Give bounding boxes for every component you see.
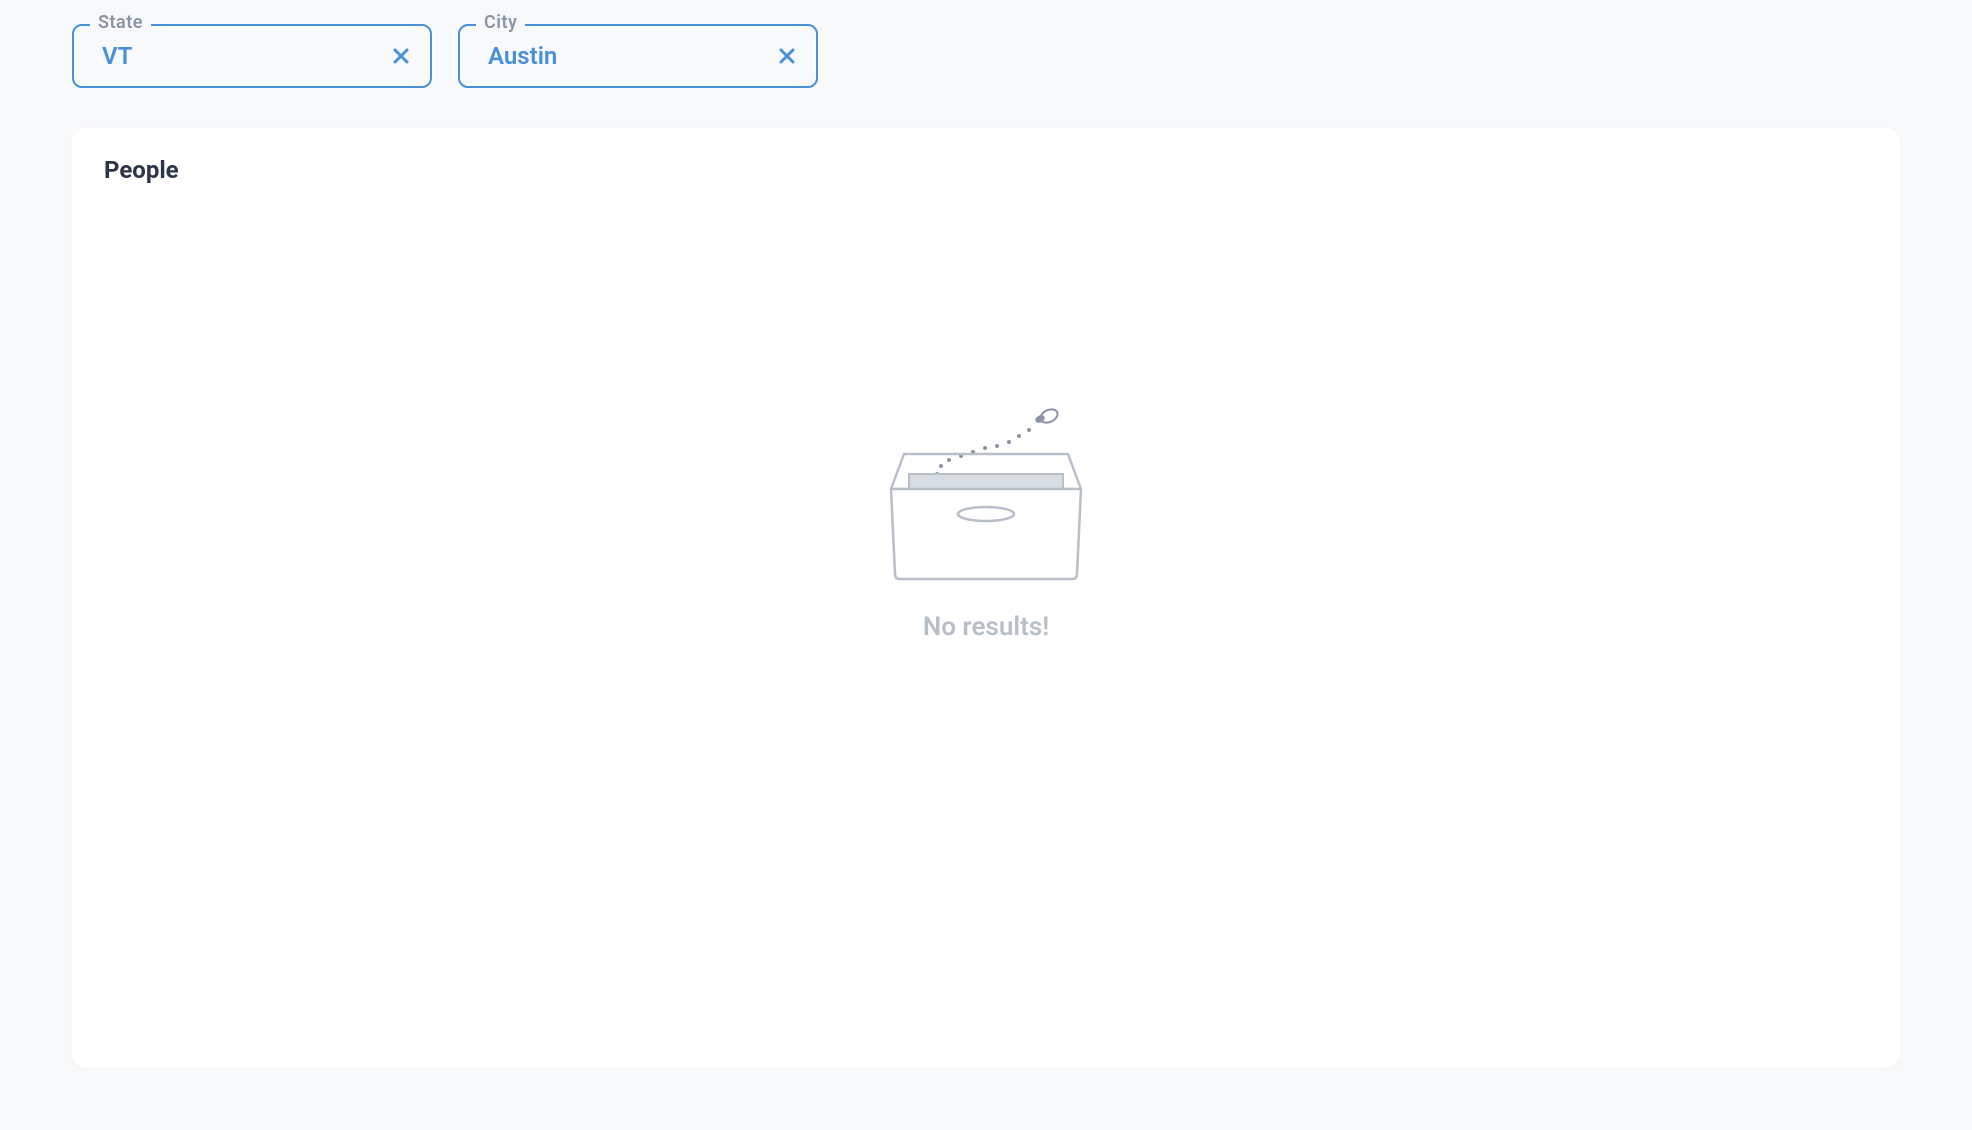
state-filter: State VT [72,24,432,88]
empty-state-message: No results! [923,612,1049,642]
empty-state: No results! [104,404,1868,642]
state-filter-label: State [90,12,151,33]
clear-state-icon[interactable] [392,47,410,65]
filters-row: State VT City Austin [0,0,1972,104]
panel-title: People [104,156,1868,184]
city-filter-value: Austin [488,42,557,70]
city-filter: City Austin [458,24,818,88]
city-filter-input[interactable]: Austin [458,24,818,88]
people-panel: People [72,128,1900,1068]
city-filter-label: City [476,12,525,33]
empty-drawer-icon [881,404,1091,588]
clear-city-icon[interactable] [778,47,796,65]
state-filter-value: VT [102,42,132,70]
state-filter-input[interactable]: VT [72,24,432,88]
